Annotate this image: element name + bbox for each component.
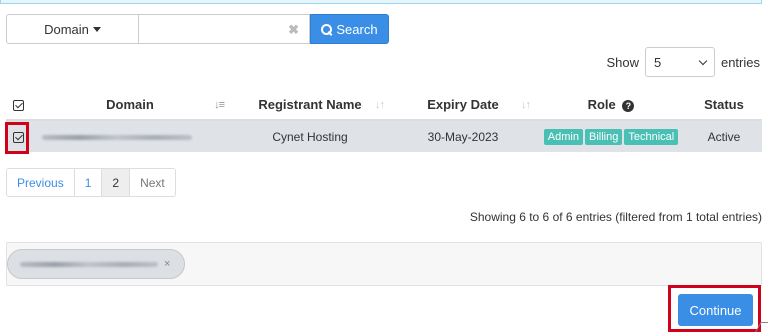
column-role-label: Role [587,97,616,112]
column-registrant-label: Registrant Name [258,97,362,112]
search-icon [321,23,333,35]
column-domain-label: Domain [106,97,154,112]
role-badge-billing: Billing [584,128,623,145]
search-bar: Domain ✖ Search [6,14,389,44]
role-badge-admin: Admin [543,128,583,145]
sort-icon[interactable]: ↓↑ [375,99,385,111]
question-circle-icon[interactable]: ? [622,99,635,112]
entries-value: 5 [653,54,662,70]
selected-domain-chip[interactable]: × [7,249,185,279]
table-info: Showing 6 to 6 of 6 entries (filtered fr… [469,210,762,224]
entries-suffix: entries [720,54,760,70]
chevron-down-icon [698,56,708,65]
registrant-cell: Cynet Hosting [230,120,390,152]
remove-chip-icon[interactable]: × [164,258,170,270]
selected-domains-box: × [6,242,762,286]
caret-down-icon [92,26,101,32]
role-cell: Admin Billing Technical [536,120,686,152]
expiry-cell: 30-May-2023 [390,120,536,152]
clear-icon[interactable]: ✖ [288,22,299,38]
domains-table: Domain ↓≡ Registrant Name ↓↑ Expiry Date… [6,90,762,152]
pagination: Previous 1 2 Next [6,168,176,197]
search-input[interactable] [139,15,309,43]
domain-cell [30,120,230,152]
column-registrant[interactable]: Registrant Name ↓↑ [230,90,390,121]
pagination-page-2[interactable]: 2 [102,169,131,196]
pagination-next[interactable]: Next [130,169,175,196]
select-all-checkbox-icon[interactable] [12,100,24,112]
sort-icon[interactable]: ↓↑ [521,99,531,111]
info-banner [0,0,762,4]
column-role: Role ? [536,90,686,121]
column-expiry-label: Expiry Date [427,97,499,112]
pagination-previous[interactable]: Previous [7,169,75,196]
table-row[interactable]: Cynet Hosting 30-May-2023 Admin Billing Te… [6,120,762,152]
status-cell: Active [686,120,762,152]
column-expiry[interactable]: Expiry Date ↓↑ [390,90,536,121]
column-domain[interactable]: Domain ↓≡ [30,90,230,121]
search-button-label: Search [336,21,378,37]
show-label: Show [606,54,639,70]
continue-button[interactable]: Continue [678,294,753,326]
select-all-header[interactable] [6,90,30,121]
table-header-row: Domain ↓≡ Registrant Name ↓↑ Expiry Date… [6,90,762,121]
checkbox-highlight-frame [5,122,29,154]
column-status-label: Status [704,97,744,112]
sort-ascending-icon[interactable]: ↓≡ [214,99,225,111]
column-status: Status [686,90,762,121]
search-button[interactable]: Search [310,14,389,44]
redacted-domain [42,134,192,140]
pagination-page-1[interactable]: 1 [74,169,103,196]
domain-filter-label: Domain [44,21,89,37]
redacted-domain [20,261,158,267]
role-badge-technical: Technical [624,128,679,145]
search-field: ✖ [139,14,310,44]
entries-select[interactable]: 5 [644,47,715,77]
entries-length-control: Show 5 entries [606,47,760,77]
domain-filter-dropdown[interactable]: Domain [6,14,139,44]
